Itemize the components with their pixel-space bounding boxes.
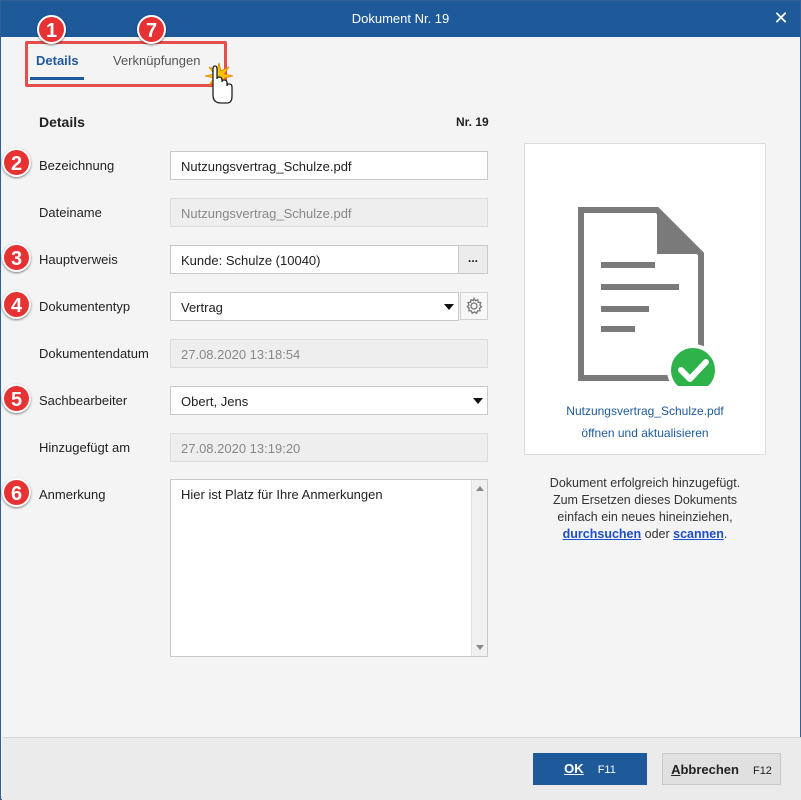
dateiname-field: Nutzungsvertrag_Schulze.pdf xyxy=(170,198,488,227)
status-line-3: einfach ein neues hineinziehen, xyxy=(557,510,733,524)
anmerkung-textarea[interactable]: Hier ist Platz für Ihre Anmerkungen xyxy=(170,479,488,657)
callout-badge-3: 3 xyxy=(2,243,31,272)
hinzugefuegt-label: Hinzugefügt am xyxy=(39,440,131,455)
connector-text: oder xyxy=(644,527,670,541)
scan-link[interactable]: scannen xyxy=(673,527,724,541)
anmerkung-scrollbar[interactable] xyxy=(471,480,487,656)
document-preview[interactable]: Nutzungsvertrag_Schulze.pdf öffnen und a… xyxy=(524,143,766,455)
ok-label: K xyxy=(574,761,584,776)
gear-icon xyxy=(466,296,483,315)
document-file-icon xyxy=(578,207,717,386)
document-number: Nr. 19 xyxy=(456,115,489,129)
sachbearbeiter-value: Obert, Jens xyxy=(181,394,249,409)
chevron-down-icon xyxy=(473,398,483,404)
title-bar: Dokument Nr. 19 ✕ xyxy=(1,1,800,37)
status-line-1: Dokument erfolgreich hinzugefügt. xyxy=(549,476,741,490)
click-cursor-icon xyxy=(204,62,234,104)
dokumententyp-value: Vertrag xyxy=(181,300,223,315)
dokumentendatum-field: 27.08.2020 13:18:54 xyxy=(170,339,488,368)
bezeichnung-label: Bezeichnung xyxy=(39,158,115,173)
callout-badge-5: 5 xyxy=(2,384,31,413)
ok-shortcut: F11 xyxy=(597,764,616,776)
document-dialog: Dokument Nr. 19 ✕ Details Verknüpfungen … xyxy=(0,0,801,800)
dateiname-label: Dateiname xyxy=(39,205,102,220)
ok-mnemonic: O xyxy=(564,761,575,776)
dokumentendatum-label: Dokumentendatum xyxy=(39,346,149,361)
status-line-4: durchsuchen oder scannen. xyxy=(524,526,766,543)
anmerkung-label: Anmerkung xyxy=(39,487,106,502)
sachbearbeiter-select[interactable]: Obert, Jens xyxy=(170,386,488,415)
callout-badge-1: 1 xyxy=(37,15,66,44)
cancel-button[interactable]: Abbrechen F12 xyxy=(662,753,781,785)
sachbearbeiter-label: Sachbearbeiter xyxy=(39,393,128,408)
scroll-up-icon[interactable] xyxy=(476,486,484,491)
hauptverweis-input[interactable]: Kunde: Schulze (10040) xyxy=(170,245,459,274)
hinzugefuegt-field: 27.08.2020 13:19:20 xyxy=(170,433,488,462)
dokumententyp-label: Dokumententyp xyxy=(39,299,131,314)
section-title: Details xyxy=(39,114,85,130)
period-text: . xyxy=(723,527,728,541)
preview-open-link[interactable]: öffnen und aktualisieren xyxy=(525,426,765,440)
dokumententyp-select[interactable]: Vertrag xyxy=(170,292,459,321)
callout-badge-7: 7 xyxy=(137,15,166,44)
bezeichnung-input[interactable]: Nutzungsvertrag_Schulze.pdf xyxy=(170,151,488,180)
tab-highlight-box xyxy=(25,41,227,87)
cancel-shortcut: F12 xyxy=(752,765,772,777)
preview-filename-link[interactable]: Nutzungsvertrag_Schulze.pdf xyxy=(525,404,765,418)
chevron-down-icon xyxy=(444,304,454,310)
window-title: Dokument Nr. 19 xyxy=(351,11,450,26)
dokumententyp-settings-button[interactable] xyxy=(460,292,488,320)
hauptverweis-label: Hauptverweis xyxy=(39,252,118,267)
callout-badge-6: 6 xyxy=(2,478,31,507)
status-line-2: Zum Ersetzen dieses Dokuments xyxy=(552,493,738,507)
hauptverweis-browse-button[interactable]: ... xyxy=(458,245,488,274)
status-message: Dokument erfolgreich hinzugefügt. Zum Er… xyxy=(524,475,766,543)
callout-badge-2: 2 xyxy=(2,148,31,177)
anmerkung-text: Hier ist Platz für Ihre Anmerkungen xyxy=(181,487,383,502)
callout-badge-4: 4 xyxy=(2,290,31,319)
ok-button[interactable]: OK F11 xyxy=(533,753,647,785)
browse-link[interactable]: durchsuchen xyxy=(563,527,642,541)
close-icon[interactable]: ✕ xyxy=(762,1,800,37)
cancel-label: bbrechen xyxy=(680,762,739,777)
scroll-down-icon[interactable] xyxy=(476,645,484,650)
